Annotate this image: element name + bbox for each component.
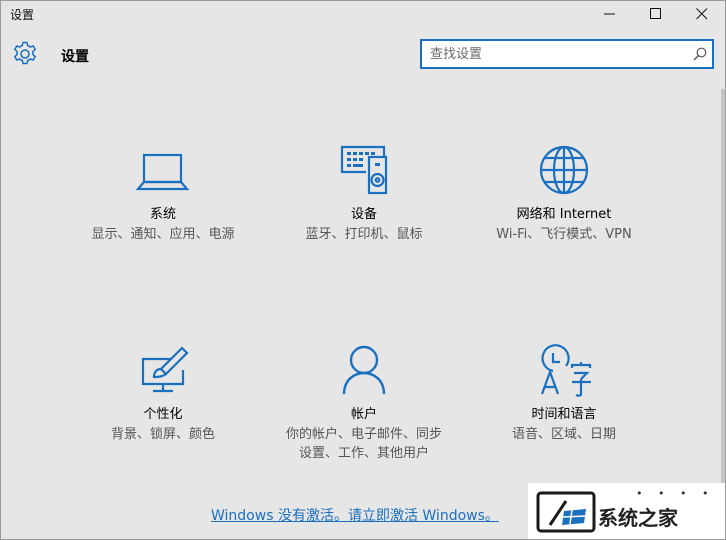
personalization-icon (141, 346, 189, 393)
tile-devices-desc: 蓝牙、打印机、鼠标 (305, 227, 423, 242)
tile-accounts-desc: 你的帐户、电子邮件、同步设置、工作、其他用户 (285, 427, 442, 461)
close-icon (696, 8, 708, 20)
tile-system[interactable]: 系统 显示、通知、应用、电源 (68, 144, 258, 244)
tile-personalization-name: 个性化 (143, 407, 183, 422)
tile-devices[interactable]: 设备 蓝牙、打印机、鼠标 (269, 144, 459, 244)
globe-icon (539, 145, 589, 195)
person-icon (342, 345, 386, 395)
tile-system-desc: 显示、通知、应用、电源 (91, 227, 235, 242)
close-button[interactable] (679, 1, 725, 27)
minimize-button[interactable] (587, 1, 633, 27)
tile-system-name: 系统 (149, 207, 176, 222)
search-input[interactable] (430, 45, 680, 63)
search-icon[interactable] (693, 47, 707, 61)
devices-icon (340, 145, 388, 195)
maximize-icon (650, 8, 661, 19)
window-title: 设置 (10, 8, 35, 22)
minimize-icon (604, 13, 615, 15)
settings-window: 设置 设置 查找设置 系统 显示、通知、应用、电源 设备 蓝牙、打印机、鼠标 网… (0, 0, 726, 540)
tile-network-desc: Wi-Fi、飞行模式、VPN (496, 227, 632, 242)
tile-personalization[interactable]: 个性化 背景、锁屏、颜色 (68, 344, 258, 444)
settings-header: 设置 (1, 31, 725, 77)
activate-windows-link[interactable]: Windows 没有激活。请立即激活 Windows。 (211, 505, 499, 525)
gear-icon (13, 41, 37, 65)
watermark-dots: • • • • (636, 487, 715, 500)
tile-time-language[interactable]: 时间和语言 语音、区域、日期 (469, 344, 659, 444)
watermark-logo-icon (536, 491, 596, 533)
page-title: 设置 (61, 49, 89, 65)
time-language-icon (540, 344, 592, 397)
scrollbar[interactable] (721, 89, 725, 489)
watermark: • • • • 系统之家 (528, 483, 725, 539)
tile-time-language-name: 时间和语言 (531, 407, 597, 422)
tile-personalization-desc: 背景、锁屏、颜色 (110, 427, 215, 442)
tile-accounts-name: 帐户 (350, 407, 377, 422)
tile-accounts[interactable]: 帐户 你的帐户、电子邮件、同步设置、工作、其他用户 (269, 344, 459, 463)
search-box[interactable] (420, 39, 714, 69)
watermark-text: 系统之家 (598, 506, 678, 530)
tile-devices-name: 设备 (350, 207, 377, 222)
title-bar[interactable]: 设置 (1, 1, 725, 27)
tile-time-language-desc: 语音、区域、日期 (511, 427, 616, 442)
maximize-button[interactable] (633, 1, 679, 27)
tile-network[interactable]: 网络和 Internet Wi-Fi、飞行模式、VPN (469, 144, 659, 244)
laptop-icon (135, 153, 190, 191)
tile-network-name: 网络和 Internet (516, 207, 612, 222)
